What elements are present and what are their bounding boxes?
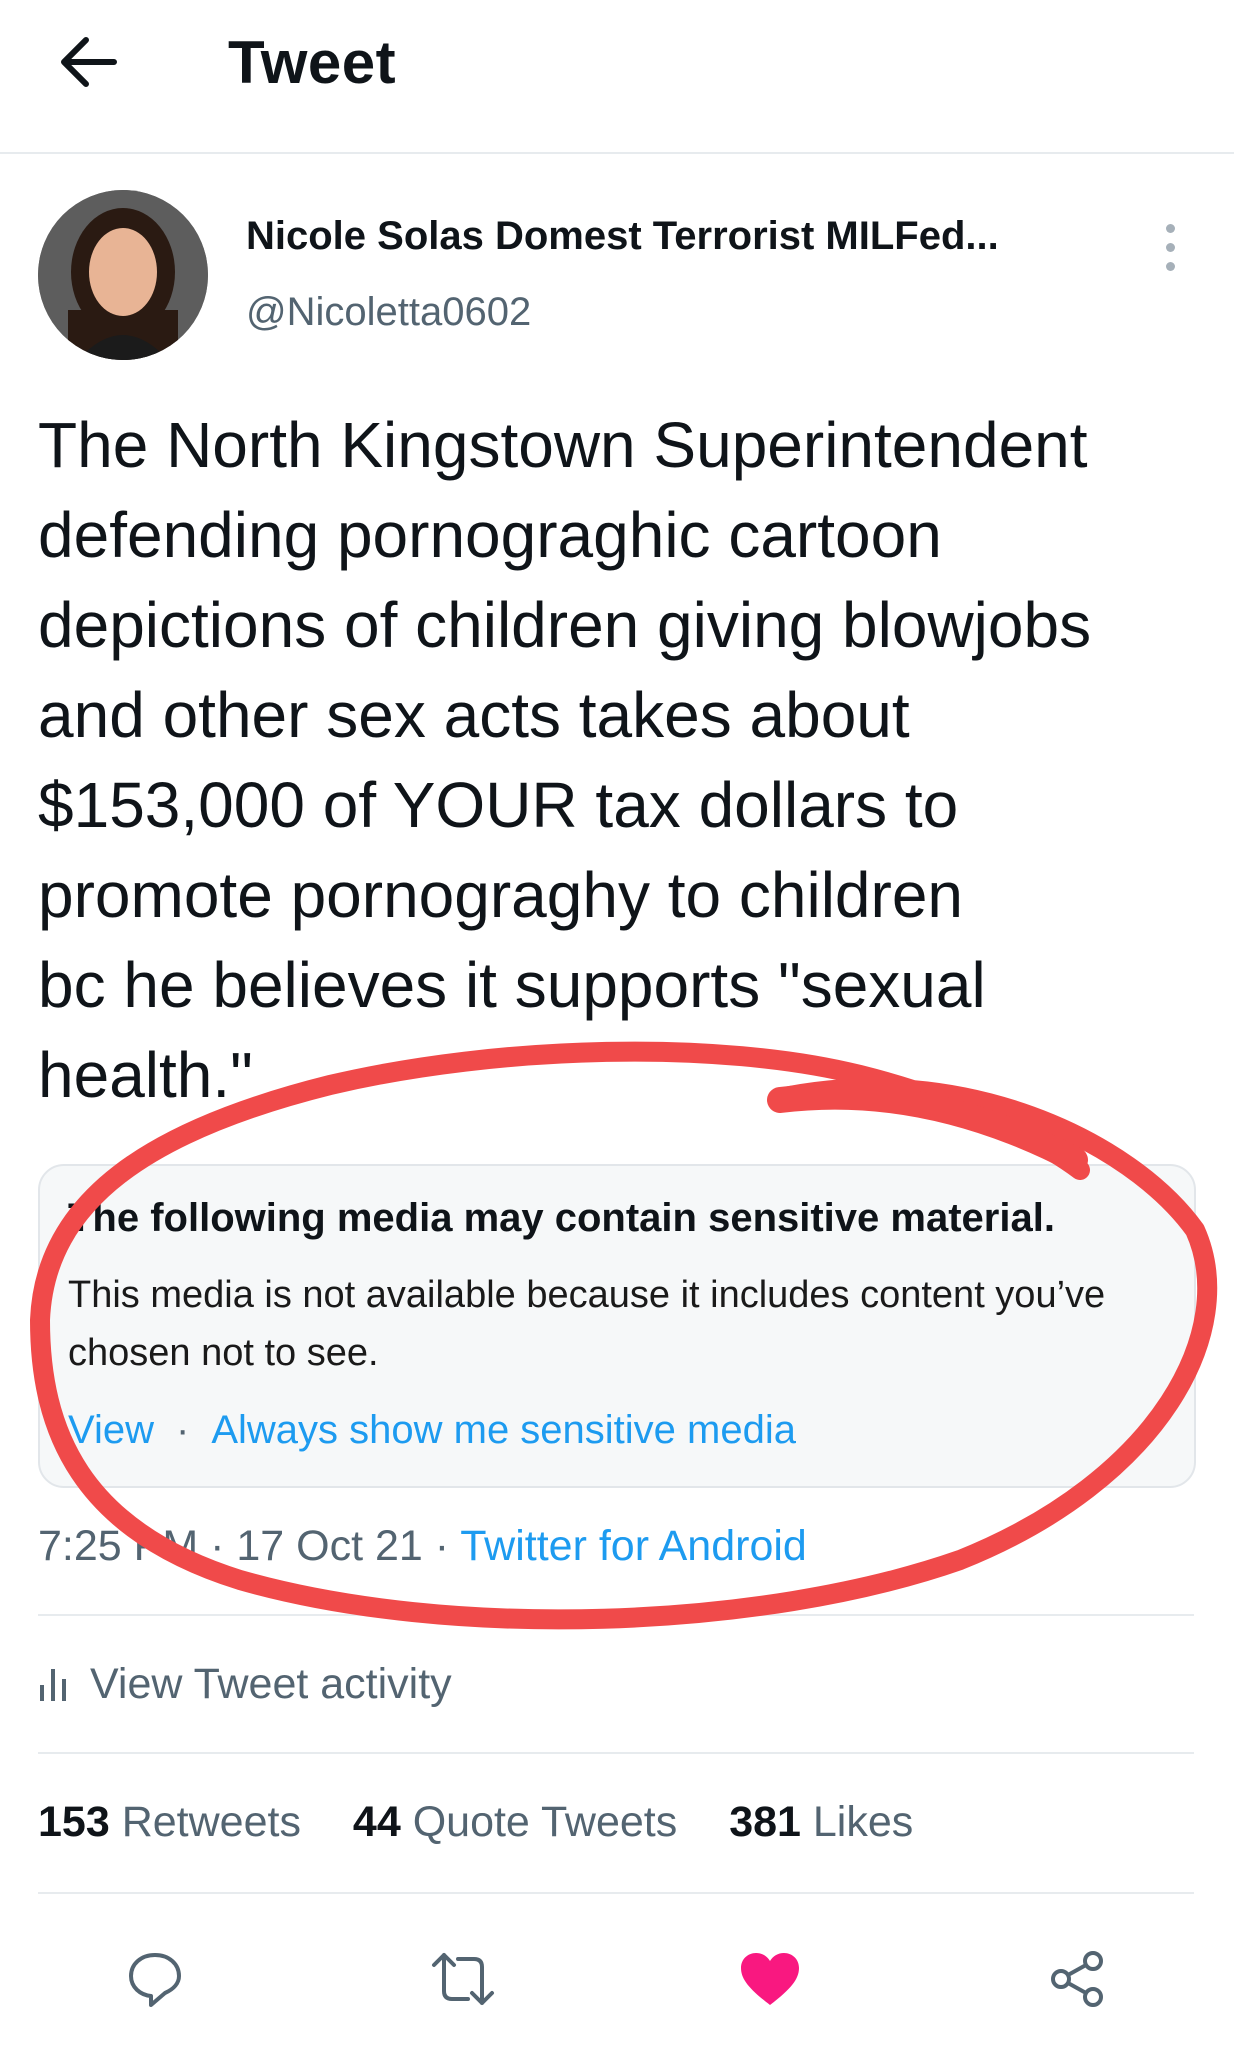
tweet-line: and other sex acts takes about xyxy=(38,679,910,751)
sensitive-title: The following media may contain sensitiv… xyxy=(68,1196,1055,1240)
quote-tweets-stat[interactable]: 44 Quote Tweets xyxy=(353,1798,677,1846)
page-title: Tweet xyxy=(228,29,397,96)
author-handle[interactable]: @Nicoletta0602 xyxy=(246,290,531,335)
tweet-line: health." xyxy=(38,1039,253,1111)
quotes-label: Quote Tweets xyxy=(412,1798,678,1846)
likes-label: Likes xyxy=(812,1798,914,1846)
tweet-line: promote pornograghy to children xyxy=(38,859,963,931)
tweet-source-link[interactable]: Twitter for Android xyxy=(460,1522,807,1570)
tweet-time: 7:25 PM xyxy=(38,1522,199,1570)
tweet-timestamp: 7:25 PM · 17 Oct 21 · Twitter for Androi… xyxy=(38,1522,807,1571)
retweets-stat[interactable]: 153 Retweets xyxy=(38,1798,301,1846)
sensitive-description: This media is not available because it i… xyxy=(68,1274,1106,1374)
sensitive-media-notice: The following media may contain sensitiv… xyxy=(38,1164,1196,1488)
tweet-line: $153,000 of YOUR tax dollars to xyxy=(38,769,959,841)
separator-dot: · xyxy=(175,1408,190,1452)
reply-icon[interactable] xyxy=(100,1924,210,2034)
tweet-line: The North Kingstown Superintendent xyxy=(38,409,1088,481)
separator-dot: · xyxy=(434,1522,450,1570)
likes-count: 381 xyxy=(729,1798,801,1846)
always-show-sensitive-link[interactable]: Always show me sensitive media xyxy=(211,1408,796,1452)
likes-stat[interactable]: 381 Likes xyxy=(729,1798,913,1846)
separator-dot: · xyxy=(210,1522,225,1570)
heart-icon[interactable] xyxy=(715,1924,825,2034)
avatar[interactable] xyxy=(38,190,208,360)
sensitive-links: View · Always show me sensitive media xyxy=(68,1408,796,1453)
more-vertical-icon[interactable] xyxy=(1150,218,1190,288)
divider xyxy=(38,1892,1194,1894)
divider xyxy=(38,1614,1194,1616)
activity-bars-icon xyxy=(40,1668,66,1701)
tweet-date: 17 Oct 21 xyxy=(236,1522,423,1570)
tweet-line: depictions of children giving blowjobs xyxy=(38,589,1092,661)
back-arrow-icon[interactable] xyxy=(56,30,120,94)
quotes-count: 44 xyxy=(352,1798,401,1846)
retweets-count: 153 xyxy=(38,1798,110,1846)
tweet-text: The North Kingstown Superintendent defen… xyxy=(38,400,1208,1120)
tweet-action-bar xyxy=(0,1924,1234,2034)
tweet-stats: 153 Retweets 44 Quote Tweets 381 Likes xyxy=(38,1798,953,1847)
top-bar: Tweet xyxy=(0,0,1234,154)
activity-label: View Tweet activity xyxy=(90,1660,452,1708)
share-icon[interactable] xyxy=(1022,1924,1132,2034)
tweet-line: defending pornograghic cartoon xyxy=(38,499,942,571)
view-link[interactable]: View xyxy=(68,1408,154,1452)
retweet-icon[interactable] xyxy=(408,1924,518,2034)
author-name[interactable]: Nicole Solas Domest Terrorist MILFed... xyxy=(246,214,999,259)
tweet-line: bc he believes it supports "sexual xyxy=(38,949,986,1021)
divider xyxy=(38,1752,1194,1754)
retweets-label: Retweets xyxy=(121,1798,301,1846)
view-tweet-activity-button[interactable]: View Tweet activity xyxy=(38,1660,452,1709)
